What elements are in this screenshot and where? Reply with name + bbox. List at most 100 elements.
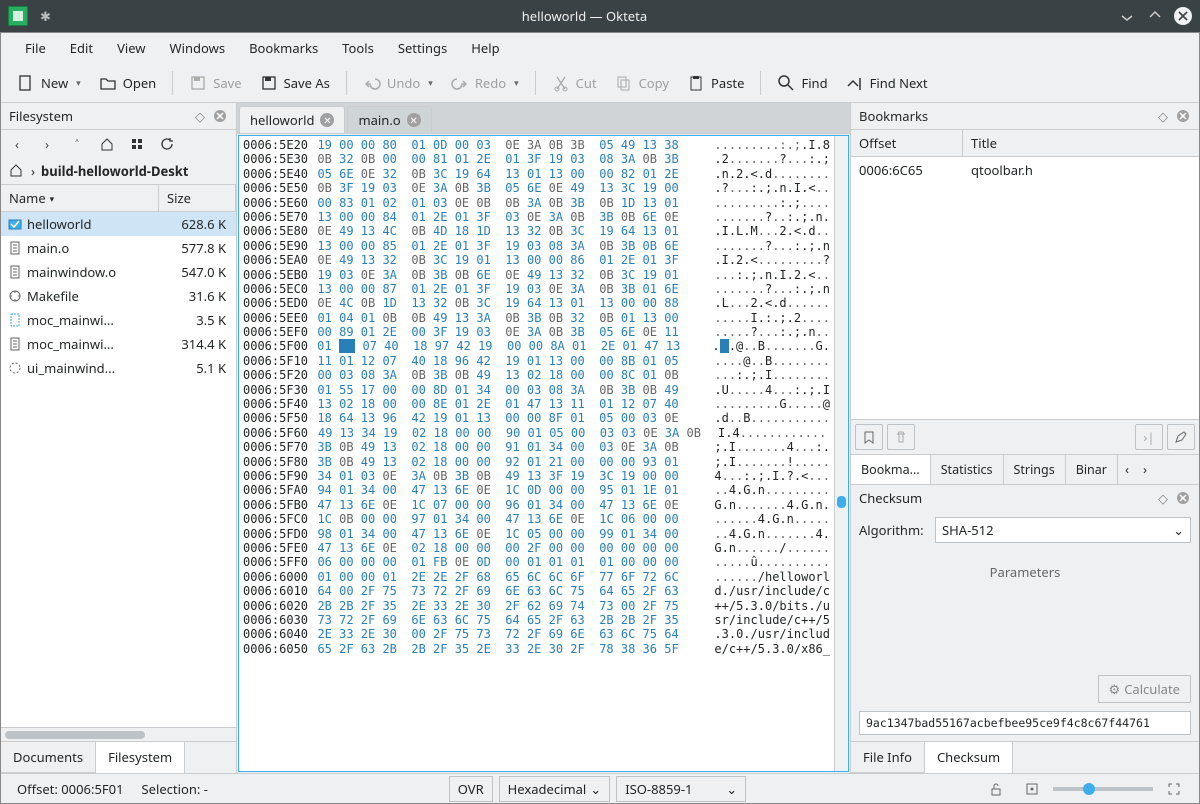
bookmark-add-button[interactable]	[855, 424, 883, 450]
panel-close-icon[interactable]	[212, 108, 228, 124]
doc-tab-helloworld[interactable]: helloworld✕	[239, 106, 345, 133]
bookmark-row[interactable]: 0006:6C65 qtoolbar.h	[851, 157, 1199, 183]
file-row[interactable]: ui_mainwind...5.1 K	[1, 356, 236, 380]
tab-documents[interactable]: Documents	[1, 742, 96, 773]
tab-close-icon[interactable]: ✕	[320, 113, 334, 127]
file-row[interactable]: main.o577.8 K	[1, 236, 236, 260]
filesystem-list[interactable]: helloworld628.6 Kmain.o577.8 Kmainwindow…	[1, 212, 236, 727]
bookmark-edit-button[interactable]	[1167, 424, 1195, 450]
chevron-down-icon[interactable]: ▾	[76, 76, 81, 89]
vertical-scrollbar[interactable]	[834, 136, 848, 771]
file-row[interactable]: moc_mainwi...314.4 K	[1, 332, 236, 356]
file-row[interactable]: helloworld628.6 K	[1, 212, 236, 236]
grid-icon[interactable]	[127, 134, 147, 154]
maximize-button[interactable]	[1146, 7, 1164, 25]
nav-back-icon[interactable]: ‹	[7, 134, 27, 154]
hex-line[interactable]: 0006:5EF0 00 89 01 2E 00 3F 19 03 0E 3A …	[243, 325, 830, 339]
bookmark-delete-button[interactable]	[887, 424, 915, 450]
lock-icon[interactable]	[981, 779, 1011, 799]
col-offset[interactable]: Offset	[851, 130, 963, 156]
checksum-output[interactable]: 9ac1347bad55167acbefbee95ce9f4c8c67f4476…	[859, 711, 1191, 735]
breadcrumb[interactable]: build-helloworld-Deskt	[41, 162, 188, 180]
tabs-prev-icon[interactable]: ‹	[1118, 455, 1136, 484]
hex-line[interactable]: 0006:6000 01 00 00 01 2E 2E 2F 68 65 6C …	[243, 570, 830, 584]
tab-fileinfo[interactable]: File Info	[851, 742, 925, 773]
hex-line[interactable]: 0006:5FB0 47 13 6E 0E 1C 07 00 00 96 01 …	[243, 498, 830, 512]
home-path-icon[interactable]	[9, 163, 25, 179]
hex-line[interactable]: 0006:6050 65 2F 63 2B 2B 2F 35 2E 33 2E …	[243, 642, 830, 656]
hex-line[interactable]: 0006:5E20 19 00 00 80 01 0D 00 03 0E 3A …	[243, 138, 830, 152]
file-row[interactable]: Makefile31.6 K	[1, 284, 236, 308]
tab-bookmarks[interactable]: Bookma...	[851, 455, 931, 484]
ovr-toggle[interactable]: OVR	[449, 776, 493, 802]
nav-up-icon[interactable]: ˄	[67, 134, 87, 154]
tab-binary[interactable]: Binar	[1066, 455, 1118, 484]
nav-forward-icon[interactable]: ›	[37, 134, 57, 154]
doc-tab-main-o[interactable]: main.o✕	[347, 106, 431, 133]
close-button[interactable]	[1174, 7, 1192, 25]
file-row[interactable]: moc_mainwi...3.5 K	[1, 308, 236, 332]
hex-line[interactable]: 0006:5F20 00 03 08 3A 0B 3B 0B 49 13 02 …	[243, 368, 830, 382]
hex-line[interactable]: 0006:5E30 0B 32 0B 00 00 81 01 2E 01 3F …	[243, 152, 830, 166]
hex-line[interactable]: 0006:5E60 00 83 01 02 01 03 0E 0B 0B 3A …	[243, 196, 830, 210]
hex-line[interactable]: 0006:5F70 3B 0B 49 13 02 18 00 00 91 01 …	[243, 440, 830, 454]
hex-line[interactable]: 0006:5E80 0E 49 13 4C 0B 4D 18 1D 13 32 …	[243, 224, 830, 238]
tab-checksum[interactable]: Checksum	[925, 742, 1013, 774]
horizontal-scrollbar[interactable]	[1, 727, 236, 741]
hex-line[interactable]: 0006:5E90 13 00 00 85 01 2E 01 3F 19 03 …	[243, 239, 830, 253]
hex-line[interactable]: 0006:5E70 13 00 00 84 01 2E 01 3F 03 0E …	[243, 210, 830, 224]
algorithm-select[interactable]: SHA-512⌄	[935, 517, 1191, 543]
calculate-button[interactable]: ⚙Calculate	[1098, 675, 1191, 703]
diamond-icon[interactable]: ◇	[1155, 490, 1171, 506]
hex-line[interactable]: 0006:5F50 18 64 13 96 42 19 01 13 00 00 …	[243, 411, 830, 425]
menu-tools[interactable]: Tools	[330, 35, 386, 61]
hex-line[interactable]: 0006:6030 73 72 2F 69 6E 63 6C 75 64 65 …	[243, 613, 830, 627]
col-size[interactable]: Size	[159, 185, 236, 211]
saveas-button[interactable]: Save As	[252, 70, 338, 96]
file-row[interactable]: mainwindow.o547.0 K	[1, 260, 236, 284]
radix-select[interactable]: Hexadecimal ⌄	[499, 776, 611, 802]
hex-line[interactable]: 0006:5FF0 06 00 00 00 01 FB 0E 0D 00 01 …	[243, 555, 830, 569]
refresh-icon[interactable]	[157, 134, 177, 154]
bookmarks-table[interactable]: Offset Title 0006:6C65 qtoolbar.h	[851, 129, 1199, 420]
findnext-button[interactable]: Find Next	[838, 70, 936, 96]
hex-line[interactable]: 0006:5FD0 98 01 34 00 47 13 6E 0E 1C 05 …	[243, 527, 830, 541]
fit-icon[interactable]	[1017, 779, 1047, 799]
tab-close-icon[interactable]: ✕	[407, 113, 421, 127]
hex-line[interactable]: 0006:5ED0 0E 4C 0B 1D 13 32 0B 3C 19 64 …	[243, 296, 830, 310]
hex-editor[interactable]: 0006:5E20 19 00 00 80 01 0D 00 03 0E 3A …	[238, 135, 849, 772]
encoding-select[interactable]: ISO-8859-1⌄	[616, 776, 746, 802]
panel-close-icon[interactable]	[1175, 490, 1191, 506]
menu-bookmarks[interactable]: Bookmarks	[237, 35, 330, 61]
hex-line[interactable]: 0006:5F30 01 55 17 00 00 8D 01 34 00 03 …	[243, 383, 830, 397]
hex-line[interactable]: 0006:5EB0 19 03 0E 3A 0B 3B 0B 6E 0E 49 …	[243, 268, 830, 282]
menu-help[interactable]: Help	[459, 35, 511, 61]
col-title[interactable]: Title	[963, 130, 1199, 156]
tabs-next-icon[interactable]: ›	[1136, 455, 1154, 484]
hex-line[interactable]: 0006:5FE0 47 13 6E 0E 02 18 00 00 00 2F …	[243, 541, 830, 555]
menu-edit[interactable]: Edit	[58, 35, 105, 61]
hex-line[interactable]: 0006:5FC0 1C 0B 00 00 97 01 34 00 47 13 …	[243, 512, 830, 526]
diamond-icon[interactable]: ◇	[192, 108, 208, 124]
tab-filesystem[interactable]: Filesystem	[96, 742, 185, 774]
tab-strings[interactable]: Strings	[1004, 455, 1066, 484]
tab-statistics[interactable]: Statistics	[931, 455, 1004, 484]
hex-line[interactable]: 0006:5F00 01 07 40 18 97 42 19 00 00 8A …	[243, 339, 830, 353]
zoom-fit-icon[interactable]	[1159, 779, 1189, 799]
hex-line[interactable]: 0006:5F60 49 13 34 19 02 18 00 00 90 01 …	[243, 426, 830, 440]
zoom-slider[interactable]	[1053, 787, 1153, 791]
hex-line[interactable]: 0006:5EC0 13 00 00 87 01 2E 01 3F 19 03 …	[243, 282, 830, 296]
hex-line[interactable]: 0006:5F40 13 02 18 00 00 8E 01 2E 01 47 …	[243, 397, 830, 411]
hex-line[interactable]: 0006:5EA0 0E 49 13 32 0B 3C 19 01 13 00 …	[243, 253, 830, 267]
hex-line[interactable]: 0006:5EE0 01 04 01 0B 0B 49 13 3A 0B 3B …	[243, 311, 830, 325]
col-name[interactable]: Name ▾	[1, 185, 159, 211]
open-button[interactable]: Open	[91, 70, 165, 96]
menu-view[interactable]: View	[105, 35, 157, 61]
hex-line[interactable]: 0006:5E50 0B 3F 19 03 0E 3A 0B 3B 05 6E …	[243, 181, 830, 195]
diamond-icon[interactable]: ◇	[1155, 108, 1171, 124]
hex-line[interactable]: 0006:5F90 34 01 03 0E 3A 0B 3B 0B 49 13 …	[243, 469, 830, 483]
bookmark-goto-button[interactable]: ›|	[1135, 424, 1163, 450]
hex-line[interactable]: 0006:6020 2B 2B 2F 35 2E 33 2E 30 2F 62 …	[243, 599, 830, 613]
home-icon[interactable]	[97, 134, 117, 154]
paste-button[interactable]: Paste	[679, 70, 752, 96]
